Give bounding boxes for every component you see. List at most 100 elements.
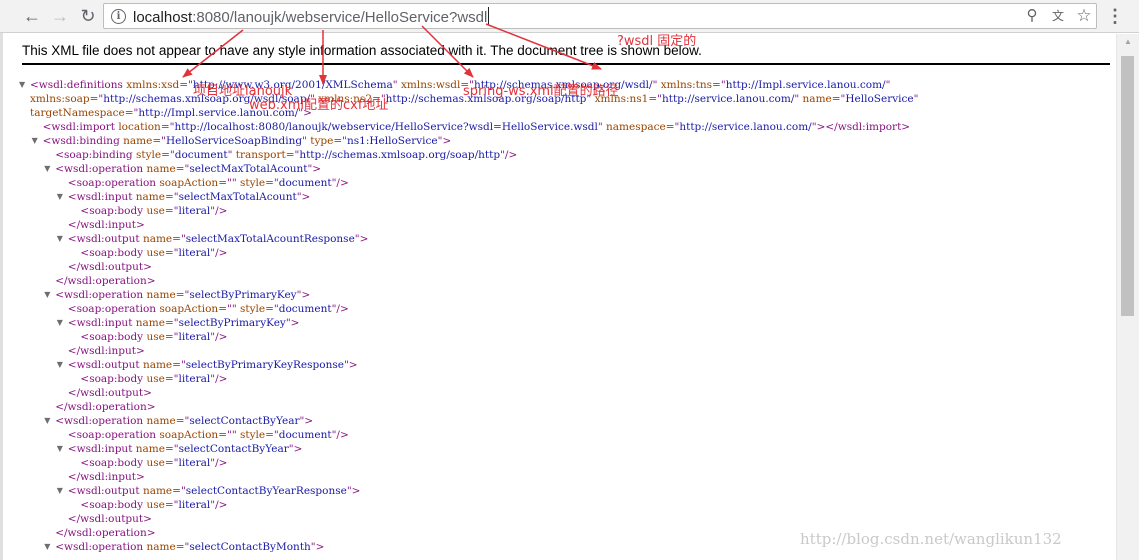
xml-tag: <soap:operation: [67, 429, 160, 441]
xml-attr-value: selectContactByYear: [189, 415, 300, 427]
scrollbar-thumb[interactable]: [1121, 56, 1134, 316]
url-path: :8080/lanoujk/webservice/HelloService?ws…: [192, 9, 488, 26]
xml-attr-value: document: [278, 429, 332, 441]
vertical-scrollbar[interactable]: ▲: [1116, 34, 1139, 560]
collapse-toggle-icon[interactable]: ▼: [32, 134, 38, 148]
xml-line: </wsdl:output>: [68, 260, 152, 274]
xml-tag: </wsdl:input>: [67, 345, 145, 357]
xml-attr-name: style: [239, 177, 266, 189]
xml-tag: "/>: [500, 149, 518, 161]
url-text[interactable]: localhost:8080/lanoujk/webservice/HelloS…: [133, 7, 490, 26]
xml-tag: =": [152, 135, 166, 147]
xml-tag: =": [285, 149, 300, 161]
xml-attr-value: selectContactByYear: [178, 443, 289, 455]
xml-tag: =": [164, 443, 179, 455]
xml-line: ▼ <wsdl:operation name="selectContactByMo…: [44, 540, 324, 554]
xml-attr-name: use: [146, 499, 165, 511]
address-bar[interactable]: i localhost:8080/lanoujk/webservice/Hell…: [103, 3, 1097, 29]
watermark: http://blog.csdn.net/wanglikun132: [800, 530, 1062, 548]
translate-icon[interactable]: 文: [1048, 6, 1068, 26]
xml-line: ▼ <wsdl:output name="selectByPrimaryKeyRe…: [57, 358, 358, 372]
forward-button[interactable]: →: [48, 5, 72, 27]
xml-tag: =": [175, 289, 190, 301]
xml-tag: "/>: [210, 457, 228, 469]
star-icon[interactable]: ☆: [1074, 6, 1094, 26]
xml-tag: </wsdl:input>: [67, 219, 145, 231]
collapse-toggle-icon[interactable]: ▼: [57, 484, 63, 498]
menu-dots-icon[interactable]: ⋮: [1106, 5, 1124, 27]
xml-tag: <wsdl:operation: [55, 415, 147, 427]
back-button[interactable]: ←: [20, 5, 44, 27]
browser-toolbar: ← → ↻ i localhost:8080/lanoujk/webservic…: [0, 0, 1139, 33]
xml-tag: <wsdl:definitions: [30, 79, 127, 91]
xml-attr-name: name: [123, 135, 153, 147]
xml-tag: ="": [218, 177, 240, 189]
xml-attr-value: selectByPrimaryKeyResponse: [185, 359, 344, 371]
xml-attr-value: HelloServiceSoapBinding: [165, 135, 303, 147]
xml-attr-name: use: [146, 331, 165, 343]
xml-attr-name: style: [239, 429, 266, 441]
xml-tag: =": [164, 499, 179, 511]
xml-attr-name: name: [802, 93, 832, 105]
annotation-spring-path: spring-ws.xml配置的路径: [463, 84, 619, 99]
xml-line: </wsdl:input>: [68, 344, 145, 358]
xml-line: </wsdl:input>: [68, 218, 145, 232]
xml-tag: =": [831, 93, 846, 105]
collapse-toggle-icon[interactable]: ▼: [57, 316, 63, 330]
xml-attr-name: xmlns:xsd: [126, 79, 180, 91]
xml-line: </wsdl:input>: [68, 470, 145, 484]
collapse-toggle-icon[interactable]: ▼: [44, 162, 50, 176]
annotation-wsdl-fixed: ?wsdl 固定的: [617, 34, 697, 49]
xml-attr-name: type: [310, 135, 334, 147]
xml-attr-name: soapAction: [159, 177, 219, 189]
xml-tag: "/>: [210, 373, 228, 385]
info-icon[interactable]: i: [111, 9, 126, 24]
collapse-toggle-icon[interactable]: ▼: [57, 442, 63, 456]
collapse-toggle-icon[interactable]: ▼: [19, 78, 25, 92]
xml-tag: =": [179, 79, 193, 91]
scroll-up-icon[interactable]: ▲: [1117, 34, 1139, 50]
xml-tag: ": [885, 79, 891, 91]
xml-line: <soap:operation soapAction="" style="doc…: [68, 176, 349, 190]
xml-line: <soap:operation soapAction="" style="doc…: [68, 302, 349, 316]
xml-tag: ">: [296, 191, 311, 203]
xml-line: ▼ <wsdl:operation name="selectContactByYe…: [44, 414, 313, 428]
xml-tag: <wsdl:operation: [55, 163, 147, 175]
xml-tag: <wsdl:operation: [55, 541, 147, 553]
xml-tag: ": [652, 79, 661, 91]
xml-tag: =": [161, 149, 175, 161]
xml-tag: =": [164, 317, 179, 329]
xml-tag: <soap:body: [80, 247, 147, 259]
xml-tag: <wsdl:input: [67, 191, 136, 203]
collapse-toggle-icon[interactable]: ▼: [44, 414, 50, 428]
xml-attr-name: xmlns:wsdl: [400, 79, 461, 91]
collapse-toggle-icon[interactable]: ▼: [44, 288, 50, 302]
xml-tag: "/>: [210, 331, 228, 343]
xml-line: </wsdl:output>: [68, 386, 152, 400]
xml-attr-name: xmlns:soap: [30, 93, 90, 105]
forward-arrow-icon: →: [51, 6, 69, 26]
text-cursor: [488, 7, 490, 25]
zoom-icon[interactable]: ⚲: [1022, 6, 1042, 26]
xml-attr-value: selectMaxTotalAcountResponse: [185, 233, 355, 245]
collapse-toggle-icon[interactable]: ▼: [44, 540, 50, 554]
collapse-toggle-icon[interactable]: ▼: [57, 358, 63, 372]
xml-tag: =": [175, 163, 190, 175]
xml-attr-name: name: [146, 163, 176, 175]
xml-tag: ">: [354, 233, 369, 245]
xml-tag: ": [227, 149, 236, 161]
xml-line: ▼ <wsdl:operation name="selectByPrimaryKe…: [44, 288, 310, 302]
collapse-toggle-icon[interactable]: ▼: [57, 190, 63, 204]
xml-tag: =": [164, 205, 179, 217]
xml-tag: <soap:operation: [67, 177, 160, 189]
collapse-toggle-icon[interactable]: ▼: [57, 232, 63, 246]
xml-attr-value: literal: [178, 457, 211, 469]
xml-line: ▼ <wsdl:definitions xmlns:xsd="http://www…: [19, 78, 891, 92]
xml-attr-name: style: [239, 303, 266, 315]
xml-tag: </wsdl:output>: [67, 261, 152, 273]
reload-button[interactable]: ↻: [76, 5, 100, 27]
xml-tag: =": [712, 79, 726, 91]
xml-tag: ">: [343, 359, 358, 371]
xml-line: ▼ <wsdl:input name="selectContactByYear">: [57, 442, 303, 456]
xml-tag: </wsdl:output>: [67, 513, 152, 525]
